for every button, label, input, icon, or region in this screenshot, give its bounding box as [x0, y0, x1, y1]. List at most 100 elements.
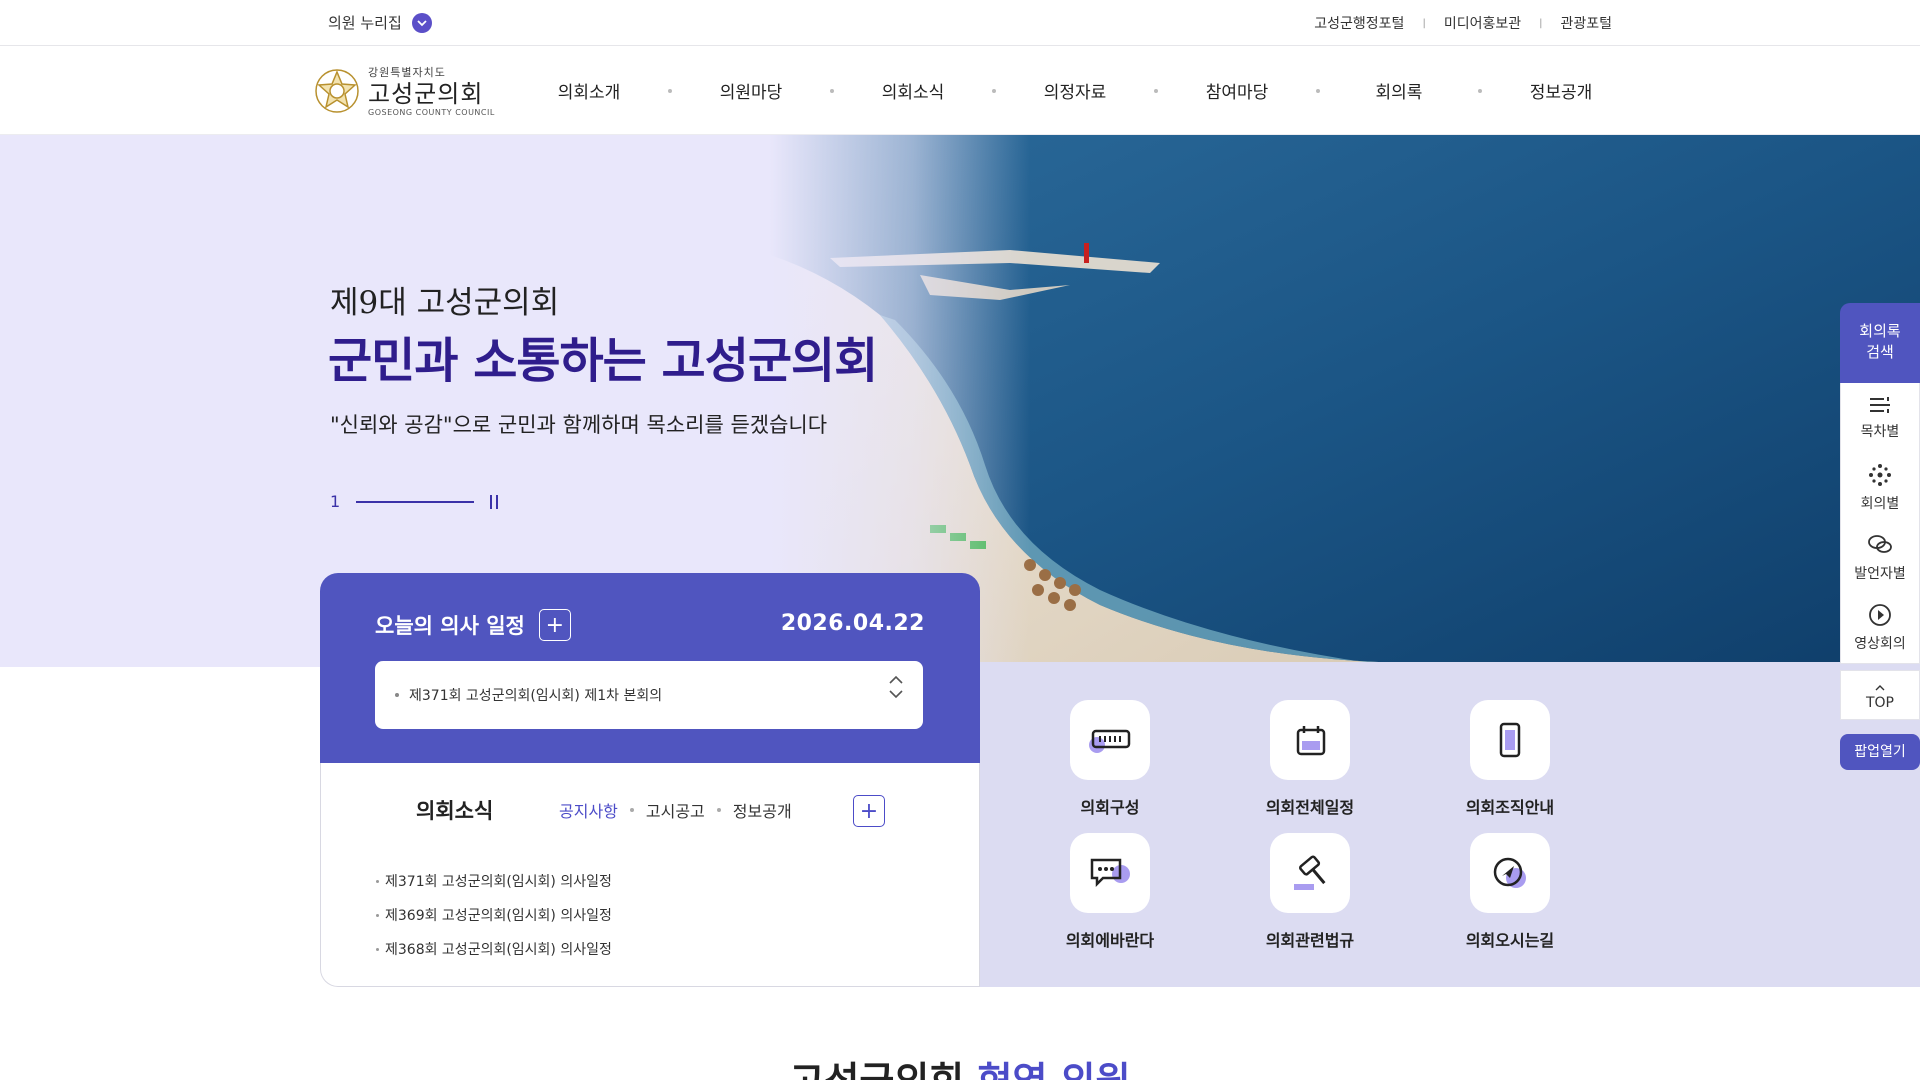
menu-label: 회의별 — [1860, 496, 1900, 512]
schedule-title: 오늘의 의사 일정 — [375, 614, 525, 638]
nav-dot — [1478, 88, 1482, 93]
chevron-down-icon — [411, 12, 432, 33]
scroll-top-button[interactable]: TOP — [1840, 670, 1920, 720]
nav-minutes[interactable]: 회의록 — [1340, 78, 1458, 103]
site-logo[interactable]: 강원특별자치도 고성군의회 GOSEONG COUNTY COUNCIL — [312, 64, 495, 117]
news-list: 제371회 고성군의회(임시회) 의사일정 제369회 고성군의회(임시회) 의… — [376, 871, 612, 973]
logo-title: 고성군의회 — [368, 80, 484, 108]
nav-disclosure[interactable]: 정보공개 — [1502, 78, 1620, 103]
tourism-portal-link[interactable]: 관광포털 — [1560, 13, 1612, 33]
main-nav: 의회소개 의원마당 의회소식 의정자료 참여마당 회의록 정보공개 — [530, 78, 1620, 103]
section-title-part2: 현역 의원 — [977, 1059, 1130, 1080]
chevron-down-icon[interactable] — [889, 689, 903, 699]
divider: | — [1422, 17, 1426, 29]
nav-dot — [830, 88, 834, 93]
logo-english: GOSEONG COUNTY COUNCIL — [368, 108, 495, 117]
nav-dot — [1154, 88, 1158, 93]
keyboard-icon — [1070, 700, 1150, 780]
news-more-button[interactable]: + — [853, 795, 885, 827]
tab-dot — [716, 808, 721, 812]
schedule-item-text: 제371회 고성군의회(임시회) 제1차 본회의 — [409, 688, 663, 704]
speech-bubble-icon — [1070, 833, 1150, 913]
quick-link-schedule[interactable]: 의회전체일정 — [1240, 700, 1380, 818]
tab-disclosure[interactable]: 정보공개 — [733, 798, 792, 822]
list-item[interactable]: 제368회 고성군의회(임시회) 의사일정 — [376, 939, 612, 959]
menu-by-session[interactable]: 회의별 — [1841, 453, 1919, 523]
chat-icon — [1868, 535, 1892, 553]
slide-pager: 1 — [330, 492, 499, 511]
today-schedule-card: 오늘의 의사 일정 + 2026.04.22 제371회 고성군의회(임시회) … — [320, 573, 980, 763]
nav-participation[interactable]: 참여마당 — [1178, 78, 1296, 103]
bullet — [376, 913, 379, 917]
member-site-label: 의원 누리집 — [328, 14, 402, 32]
slide-progress-bar — [356, 500, 475, 503]
compass-icon — [1470, 833, 1550, 913]
council-emblem-icon — [315, 68, 359, 113]
schedule-item[interactable]: 제371회 고성군의회(임시회) 제1차 본회의 — [395, 685, 662, 705]
quick-link-label: 의회관련법규 — [1265, 931, 1355, 950]
site-header: 강원특별자치도 고성군의회 GOSEONG COUNTY COUNCIL 의회소… — [0, 46, 1920, 135]
members-section-title: 고성군의회 현역 의원 — [0, 1050, 1920, 1080]
schedule-list: 제371회 고성군의회(임시회) 제1차 본회의 — [375, 661, 923, 729]
list-item[interactable]: 제371회 고성군의회(임시회) 의사일정 — [376, 871, 612, 891]
quick-link-suggestions[interactable]: 의회에바란다 — [1040, 833, 1180, 951]
bullet — [376, 879, 379, 883]
media-hall-link[interactable]: 미디어홍보관 — [1444, 13, 1521, 33]
quick-link-organization[interactable]: 의회조직안내 — [1440, 700, 1580, 818]
bullet — [395, 693, 399, 697]
menu-label: 목차별 — [1860, 424, 1900, 440]
hero-title: 군민과 소통하는 고성군의회 — [328, 333, 878, 389]
schedule-more-button[interactable]: + — [538, 609, 571, 641]
quick-link-composition[interactable]: 의회구성 — [1040, 700, 1180, 818]
divider: | — [1539, 17, 1543, 29]
calendar-icon — [1270, 700, 1350, 780]
council-news-card: 의회소식 공지사항 고시공고 정보공개 + 제371회 고성군의회(임시회) 의… — [320, 763, 980, 987]
hero-subtitle: 제9대 고성군의회 — [330, 285, 560, 321]
menu-video[interactable]: 영상회의 — [1841, 593, 1919, 663]
tab-announcements[interactable]: 고시공고 — [646, 798, 705, 822]
tab-dot — [629, 808, 634, 812]
nav-dot — [668, 88, 672, 93]
menu-label: 발언자별 — [1854, 566, 1906, 582]
open-popup-button[interactable]: 팝업열기 — [1840, 734, 1920, 770]
chevron-up-icon[interactable] — [889, 675, 903, 685]
gavel-icon — [1270, 833, 1350, 913]
schedule-scroll-controls — [889, 675, 903, 699]
admin-portal-link[interactable]: 고성군행정포털 — [1314, 13, 1404, 33]
nav-dot — [992, 88, 996, 93]
member-site-dropdown[interactable]: 의원 누리집 — [328, 12, 432, 33]
section-title-part1: 고성군의회 — [789, 1059, 964, 1080]
news-item-text: 제368회 고성군의회(임시회) 의사일정 — [385, 942, 612, 958]
bullet — [376, 947, 379, 951]
top-label: TOP — [1865, 695, 1894, 711]
quick-link-label: 의회전체일정 — [1265, 798, 1355, 817]
play-icon — [1869, 604, 1891, 626]
schedule-date: 2026.04.22 — [780, 611, 925, 636]
minutes-search-button[interactable]: 회의록 검색 — [1840, 303, 1920, 383]
logo-region: 강원특별자치도 — [368, 66, 446, 79]
tab-notices[interactable]: 공지사항 — [559, 798, 618, 822]
search-label-line2: 검색 — [1866, 343, 1894, 361]
news-item-text: 제371회 고성군의회(임시회) 의사일정 — [385, 874, 612, 890]
menu-by-index[interactable]: 목차별 — [1841, 383, 1919, 453]
minutes-menu: 목차별 회의별 발언자별 영상회의 — [1840, 383, 1920, 664]
schedule-heading: 오늘의 의사 일정 + — [375, 609, 571, 641]
chevron-up-icon — [1875, 685, 1885, 691]
nav-news[interactable]: 의회소식 — [854, 78, 972, 103]
portal-links: 고성군행정포털 | 미디어홍보관 | 관광포털 — [1314, 13, 1612, 33]
quick-link-regulations[interactable]: 의회관련법규 — [1240, 833, 1380, 951]
dots-icon — [1869, 464, 1891, 486]
phone-icon — [1470, 700, 1550, 780]
quick-link-directions[interactable]: 의회오시는길 — [1440, 833, 1580, 951]
nav-materials[interactable]: 의정자료 — [1016, 78, 1134, 103]
nav-members[interactable]: 의원마당 — [692, 78, 810, 103]
floating-side-menu: 회의록 검색 목차별 회의별 발언자별 영상회의 TOP 팝업열기 — [1840, 303, 1920, 770]
news-item-text: 제369회 고성군의회(임시회) 의사일정 — [385, 908, 612, 924]
pause-icon[interactable] — [490, 494, 499, 509]
quick-link-label: 의회에바란다 — [1065, 931, 1155, 950]
quick-link-label: 의회조직안내 — [1465, 798, 1555, 817]
nav-council-intro[interactable]: 의회소개 — [530, 78, 648, 103]
list-item[interactable]: 제369회 고성군의회(임시회) 의사일정 — [376, 905, 612, 925]
quick-link-label: 의회구성 — [1080, 798, 1140, 817]
menu-by-speaker[interactable]: 발언자별 — [1841, 523, 1919, 593]
